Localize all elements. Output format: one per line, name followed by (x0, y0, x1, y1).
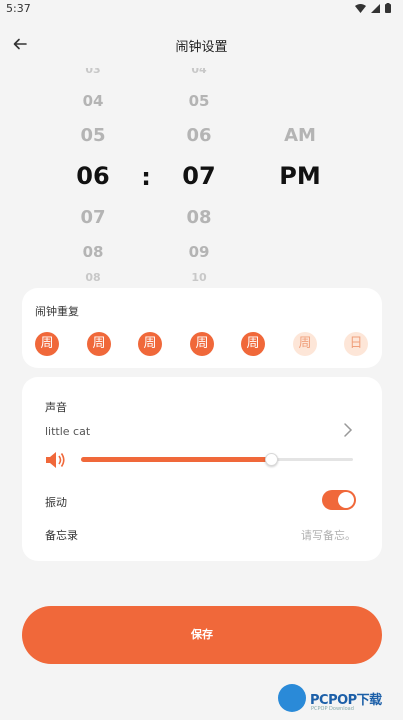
pcpop-watermark: PCPOP下载 PCPOP Download (278, 682, 403, 718)
minute-option[interactable]: 06 (159, 125, 239, 146)
minute-selected[interactable]: 07 (159, 162, 239, 190)
time-picker: 03 04 05 06 07 08 08 : 04 05 06 07 08 09… (0, 68, 403, 282)
memo-input[interactable]: 请写备忘。 (272, 527, 356, 543)
status-icons (355, 3, 391, 13)
vibrate-toggle[interactable] (322, 490, 356, 510)
memo-label: 备忘录 (45, 529, 78, 542)
status-time: 5:37 (6, 2, 31, 15)
save-button[interactable]: 保存 (22, 606, 382, 664)
minute-option[interactable]: 10 (159, 271, 239, 282)
minute-option[interactable]: 05 (159, 92, 239, 110)
volume-fill (81, 457, 272, 462)
day-toggle-6[interactable]: 周 (293, 332, 317, 356)
toggle-knob (338, 492, 354, 508)
sound-card: 声音 little cat 振动 备忘录 请写备忘。 (22, 377, 382, 561)
hour-option[interactable]: 07 (53, 207, 133, 228)
time-separator: : (141, 163, 151, 191)
hour-option[interactable]: 03 (53, 68, 133, 76)
hour-option[interactable]: 04 (53, 92, 133, 110)
day-toggle-1[interactable]: 周 (35, 332, 59, 356)
sound-title: 声音 (45, 401, 67, 414)
wifi-icon (355, 3, 366, 13)
signal-icon (371, 3, 380, 13)
volume-slider[interactable] (81, 453, 353, 466)
day-toggle-3[interactable]: 周 (138, 332, 162, 356)
hour-option[interactable]: 05 (53, 125, 133, 146)
volume-thumb[interactable] (265, 453, 279, 466)
app-bar: 闹钟设置 (0, 28, 403, 62)
pcpop-logo-icon (278, 684, 306, 712)
repeat-title: 闹钟重复 (35, 305, 79, 318)
battery-icon (385, 3, 391, 13)
vibrate-label: 振动 (45, 496, 67, 509)
hour-wheel[interactable]: 03 04 05 06 07 08 08 (53, 68, 133, 282)
hour-selected[interactable]: 06 (53, 162, 133, 190)
page-title: 闹钟设置 (175, 40, 228, 55)
ampm-option[interactable]: AM (260, 125, 340, 146)
ringtone-selector[interactable]: little cat (45, 425, 90, 438)
minute-wheel[interactable]: 04 05 06 07 08 09 10 (159, 68, 239, 282)
day-toggle-2[interactable]: 周 (87, 332, 111, 356)
hour-option[interactable]: 08 (53, 243, 133, 261)
hour-option[interactable]: 08 (53, 271, 133, 282)
ampm-wheel[interactable]: AM PM (260, 68, 340, 282)
volume-icon[interactable] (44, 450, 68, 470)
day-toggle-7[interactable]: 日 (344, 332, 368, 356)
status-bar: 5:37 (0, 0, 403, 18)
minute-option[interactable]: 04 (159, 68, 239, 76)
chevron-right-icon[interactable] (342, 421, 354, 439)
minute-option[interactable]: 09 (159, 243, 239, 261)
minute-option[interactable]: 08 (159, 207, 239, 228)
ampm-selected[interactable]: PM (260, 162, 340, 190)
watermark-sub: PCPOP Download (311, 706, 354, 712)
day-toggle-4[interactable]: 周 (190, 332, 214, 356)
day-toggle-5[interactable]: 周 (241, 332, 265, 356)
repeat-card: 闹钟重复 周 周 周 周 周 周 日 (22, 288, 382, 368)
